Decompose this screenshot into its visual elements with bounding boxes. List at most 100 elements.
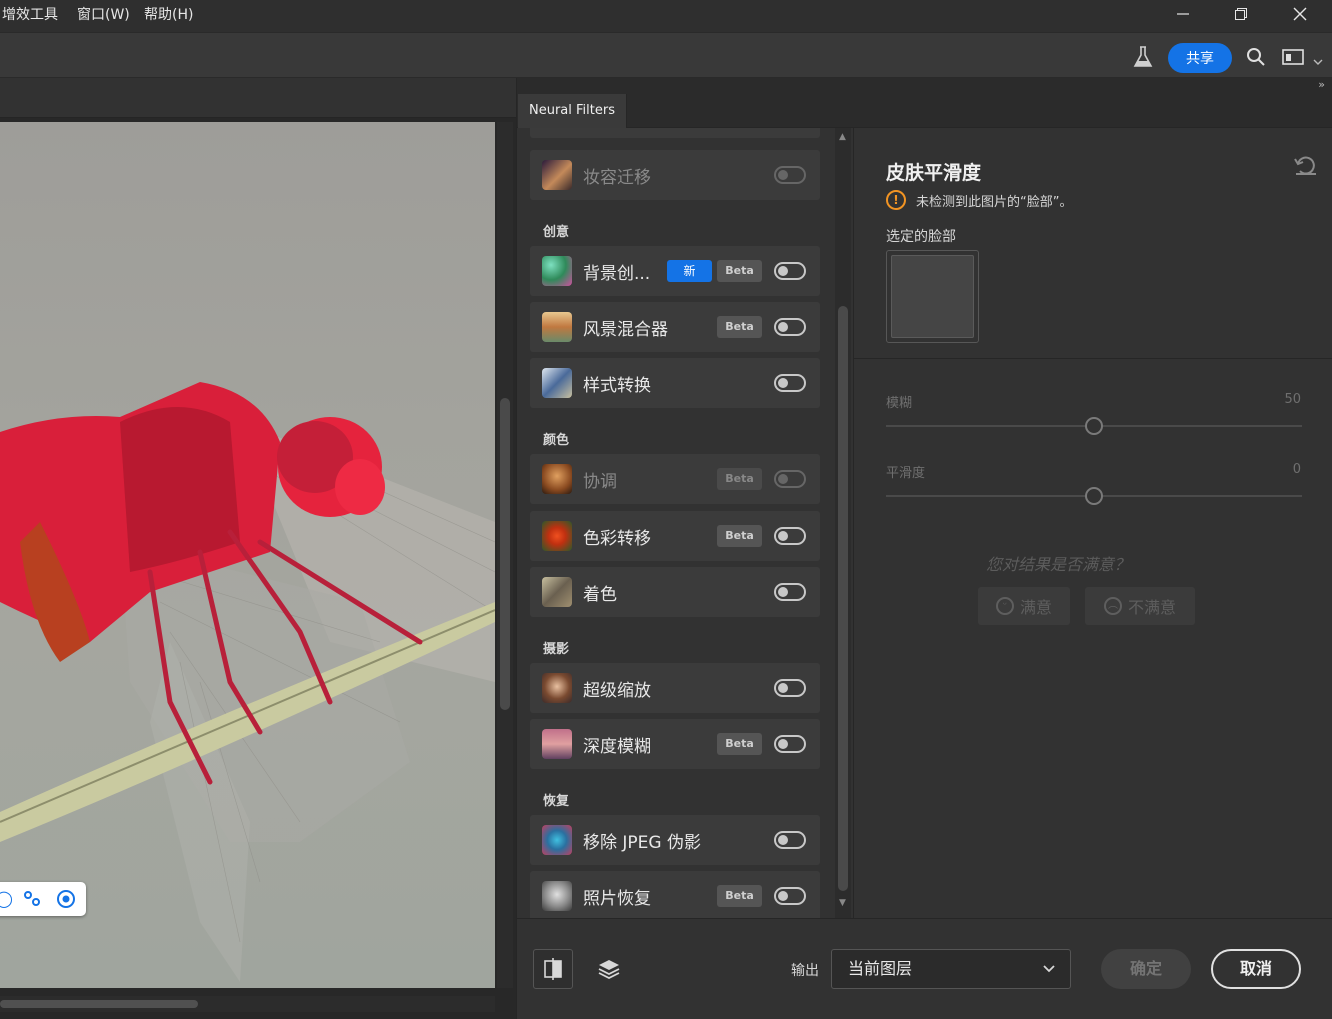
- minimize-icon[interactable]: [1154, 0, 1212, 28]
- scroll-up-icon[interactable]: ▲: [839, 132, 846, 142]
- beta-badge: Beta: [717, 525, 762, 547]
- filter-card-super-zoom[interactable]: 超级缩放: [530, 663, 820, 713]
- category-restoration: 恢复: [543, 794, 570, 809]
- filter-card-makeup-transfer[interactable]: 妆容迁移: [530, 150, 820, 200]
- target-icon[interactable]: [56, 889, 76, 909]
- beta-badge: Beta: [717, 885, 762, 907]
- filter-card-background-creator[interactable]: 背景创... 新 Beta: [530, 246, 820, 296]
- filter-card-jpeg-artifacts[interactable]: 移除 JPEG 伪影: [530, 815, 820, 865]
- filter-list: 妆容迁移 创意 背景创... 新 Beta 风景混合器 Beta 样式转换 颜色…: [517, 128, 832, 918]
- colorize-toggle[interactable]: [774, 583, 806, 601]
- restore-icon[interactable]: [1212, 0, 1270, 28]
- background-creator-toggle[interactable]: [774, 262, 806, 280]
- selected-face-label: 选定的脸部: [886, 229, 956, 245]
- jpeg-artifacts-toggle[interactable]: [774, 831, 806, 849]
- makeup-transfer-thumbnail: [542, 160, 572, 190]
- ring-icon[interactable]: ◯: [0, 889, 14, 909]
- smoothness-value: 0: [1292, 462, 1301, 477]
- neural-filters-panel: » Neural Filters 妆容迁移 创意 背景创... 新 Beta 风…: [516, 78, 1332, 1019]
- menu-help[interactable]: 帮助(H): [144, 4, 193, 24]
- jpeg-artifacts-thumbnail: [542, 825, 572, 855]
- scrollbar-thumb[interactable]: [0, 1000, 198, 1008]
- filter-label: 样式转换: [583, 376, 651, 396]
- ok-button[interactable]: 确定: [1101, 949, 1191, 989]
- makeup-transfer-toggle[interactable]: [774, 166, 806, 184]
- share-button[interactable]: 共享: [1168, 43, 1232, 73]
- warning-icon: !: [886, 190, 906, 210]
- smoothness-slider-knob[interactable]: [1085, 487, 1103, 505]
- document-tabstrip: [0, 78, 516, 118]
- category-color: 颜色: [543, 433, 570, 448]
- photo-restoration-toggle[interactable]: [774, 887, 806, 905]
- filter-card-style-transfer[interactable]: 样式转换: [530, 358, 820, 408]
- scrollbar-thumb[interactable]: [500, 398, 510, 710]
- flask-icon[interactable]: [1133, 45, 1153, 73]
- close-icon[interactable]: [1271, 0, 1329, 28]
- select-subject-icon[interactable]: [22, 889, 42, 909]
- panel-footer: 输出 当前图层 确定 取消: [517, 918, 1332, 1019]
- menu-window[interactable]: 窗口(W): [77, 4, 130, 24]
- workspace-icon[interactable]: [1282, 48, 1304, 70]
- filter-label: 照片恢复: [583, 889, 651, 909]
- super-zoom-toggle[interactable]: [774, 679, 806, 697]
- filter-card-harmonization[interactable]: 协调 Beta: [530, 454, 820, 504]
- satisfied-button[interactable]: ᵕ 满意: [978, 587, 1070, 625]
- filter-label: 协调: [583, 472, 617, 492]
- filter-label: 妆容迁移: [583, 168, 651, 188]
- depth-blur-thumbnail: [542, 729, 572, 759]
- reset-icon[interactable]: [1294, 156, 1318, 181]
- collapse-panels-icon[interactable]: »: [1318, 78, 1325, 91]
- tab-neural-filters[interactable]: Neural Filters: [518, 94, 627, 128]
- filter-label: 移除 JPEG 伪影: [583, 833, 701, 853]
- chevron-down-icon[interactable]: [1313, 52, 1323, 71]
- filter-card-partial: [530, 128, 820, 138]
- filter-label: 风景混合器: [583, 320, 668, 340]
- blur-label: 模糊: [886, 396, 913, 411]
- selected-face-box[interactable]: [886, 250, 979, 343]
- blur-slider-knob[interactable]: [1085, 417, 1103, 435]
- smoothness-label: 平滑度: [886, 466, 926, 481]
- colorize-thumbnail: [542, 577, 572, 607]
- layers-icon[interactable]: [595, 957, 623, 985]
- super-zoom-thumbnail: [542, 673, 572, 703]
- filter-card-landscape-mixer[interactable]: 风景混合器 Beta: [530, 302, 820, 352]
- frown-icon: ︵: [1103, 597, 1122, 615]
- output-select[interactable]: 当前图层: [831, 949, 1071, 989]
- category-creative: 创意: [543, 225, 570, 240]
- filter-card-depth-blur[interactable]: 深度模糊 Beta: [530, 719, 820, 769]
- photo-restoration-thumbnail: [542, 881, 572, 911]
- document-vertical-scrollbar[interactable]: [497, 122, 513, 988]
- landscape-mixer-toggle[interactable]: [774, 318, 806, 336]
- depth-blur-toggle[interactable]: [774, 735, 806, 753]
- landscape-mixer-thumbnail: [542, 312, 572, 342]
- chevron-down-icon: [1042, 950, 1056, 1003]
- warning-message: 未检测到此图片的“脸部”。: [916, 195, 1073, 210]
- filter-card-colorize[interactable]: 着色: [530, 567, 820, 617]
- menu-plugins[interactable]: 增效工具: [2, 4, 58, 24]
- style-transfer-toggle[interactable]: [774, 374, 806, 392]
- cancel-button[interactable]: 取消: [1211, 949, 1301, 989]
- new-badge: 新: [667, 260, 712, 282]
- unsatisfied-button[interactable]: ︵ 不满意: [1085, 587, 1195, 625]
- panel-collapse-strip: »: [517, 78, 1332, 94]
- beta-badge: Beta: [717, 260, 762, 282]
- menu-bar: 增效工具 窗口(W) 帮助(H): [0, 0, 1332, 32]
- filter-card-color-transfer[interactable]: 色彩转移 Beta: [530, 511, 820, 561]
- category-photography: 摄影: [543, 642, 570, 657]
- background-creator-thumbnail: [542, 256, 572, 286]
- document-horizontal-scrollbar[interactable]: [0, 996, 495, 1012]
- search-icon[interactable]: [1246, 47, 1266, 71]
- color-transfer-thumbnail: [542, 521, 572, 551]
- compare-button[interactable]: [533, 949, 573, 989]
- satisfaction-question: 您对结果是否满意？: [985, 555, 1130, 574]
- blur-value: 50: [1284, 392, 1301, 407]
- scroll-down-icon[interactable]: ▼: [839, 898, 846, 908]
- color-transfer-toggle[interactable]: [774, 527, 806, 545]
- filter-list-scrollbar[interactable]: ▲ ▼: [835, 128, 851, 918]
- harmonization-toggle[interactable]: [774, 470, 806, 488]
- filter-settings: 皮肤平滑度 ! 未检测到此图片的“脸部”。 选定的脸部 模糊 50 平滑度 0 …: [853, 128, 1332, 918]
- photo-canvas[interactable]: ◯: [0, 122, 495, 988]
- scrollbar-thumb[interactable]: [838, 306, 848, 891]
- filter-label: 超级缩放: [583, 681, 651, 701]
- filter-card-photo-restoration[interactable]: 照片恢复 Beta: [530, 871, 820, 918]
